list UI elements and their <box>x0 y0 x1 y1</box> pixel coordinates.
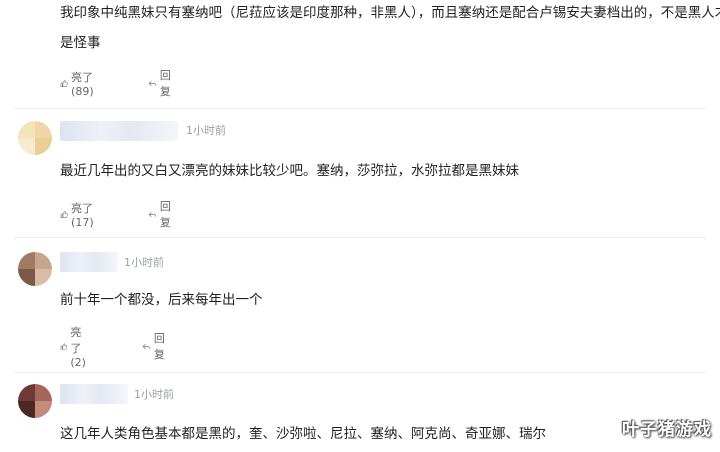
reply-button[interactable]: 回复 <box>142 332 169 361</box>
reply-label: 回复 <box>159 69 171 98</box>
avatar-mosaic-tile <box>35 121 52 138</box>
username-blurred[interactable] <box>60 252 118 272</box>
avatar-mosaic-tile <box>18 269 35 286</box>
avatar-mosaic-tile <box>35 138 52 155</box>
reply-button[interactable]: 回复 <box>148 200 175 229</box>
comment-text: 前十年一个都没，后来每年出一个 <box>60 292 263 308</box>
like-button[interactable]: 亮了(17) <box>60 202 99 229</box>
avatar-mosaic-tile <box>35 401 52 418</box>
like-button[interactable]: 亮了(89) <box>60 71 99 98</box>
avatar-mosaic-tile <box>35 384 52 401</box>
username-blurred[interactable] <box>60 121 178 141</box>
comment-text: 这几年人类角色基本都是黑的，奎、沙弥啦、尼拉、塞纳、阿克尚、奇亚娜、瑞尔 <box>60 426 546 442</box>
like-button[interactable]: 亮了(2) <box>60 326 92 369</box>
avatar[interactable] <box>18 121 52 155</box>
reply-button[interactable]: 回复 <box>148 69 175 98</box>
comment-time: 1小时前 <box>124 256 164 269</box>
reply-icon <box>148 211 157 217</box>
avatar-mosaic-tile <box>18 252 35 269</box>
comment-text: 我印象中纯黑妹只有塞纳吧（尼菈应该是印度那种，非黑人），而且塞纳还是配合卢锡安夫… <box>60 5 720 51</box>
avatar[interactable] <box>18 384 52 418</box>
avatar-mosaic-tile <box>35 252 52 269</box>
avatar-mosaic-tile <box>18 138 35 155</box>
divider <box>14 108 706 109</box>
avatar-mosaic-tile <box>35 269 52 286</box>
thumbs-up-icon <box>60 79 68 87</box>
like-count-label: 亮了(17) <box>71 201 94 229</box>
comment-text: 最近几年出的又白又漂亮的妹妹比较少吧。塞纳，莎弥拉，水弥拉都是黑妹妹 <box>60 163 519 179</box>
like-count-label: 亮了(2) <box>70 325 86 369</box>
divider <box>14 372 706 373</box>
reply-label: 回复 <box>159 200 171 229</box>
comment-time: 1小时前 <box>134 388 174 401</box>
reply-icon <box>142 343 151 349</box>
reply-icon <box>148 80 157 86</box>
divider <box>14 237 706 238</box>
reply-label: 回复 <box>153 332 165 361</box>
thumbs-up-icon <box>60 342 68 350</box>
avatar-mosaic-tile <box>18 121 35 138</box>
username-blurred[interactable] <box>60 384 128 404</box>
avatar-mosaic-tile <box>18 401 35 418</box>
watermark: 叶子猪游戏 <box>622 420 712 440</box>
thumbs-up-icon <box>60 210 68 218</box>
avatar[interactable] <box>18 252 52 286</box>
avatar-mosaic-tile <box>18 384 35 401</box>
comment-time: 1小时前 <box>186 124 226 137</box>
like-count-label: 亮了(89) <box>71 70 94 98</box>
